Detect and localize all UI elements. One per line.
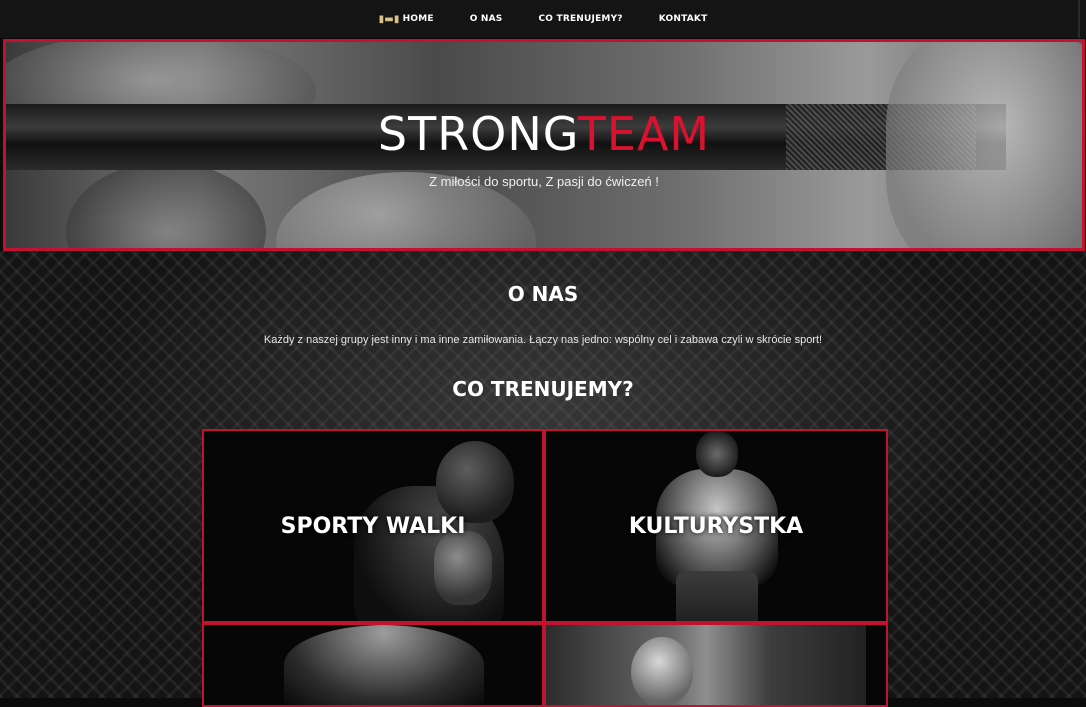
nav-contact-label: KONTAKT [658,14,708,24]
tile-fourth[interactable] [544,623,888,707]
nav-home[interactable]: ▮▬▮ HOME [379,14,434,25]
tile-label: KULTURYSTKA [628,513,804,539]
hero-title-strong: STRONG [377,107,578,161]
nav-training[interactable]: CO TRENUJEMY? [538,14,622,24]
nav-contact[interactable]: KONTAKT [659,14,708,24]
athlete-image [284,625,484,705]
hero-content: STRONGTEAM Z miłości do sportu, Z pasji … [6,104,1082,189]
nav-about[interactable]: O NAS [470,14,503,24]
tile-third[interactable] [202,623,544,707]
about-text: Każdy z naszej grupy jest inny i ma inne… [263,334,823,346]
hero-title: STRONGTEAM [6,104,1082,164]
nav-training-label: CO TRENUJEMY? [538,14,623,24]
hero-subtitle: Z miłości do sportu, Z pasji do ćwiczeń … [429,174,659,189]
training-title: CO TRENUJEMY? [452,377,634,401]
top-navbar: ▮▬▮ HOME O NAS CO TRENUJEMY? KONTAKT [0,0,1086,38]
athlete-background-image [546,625,866,705]
tile-label: SPORTY WALKI [280,513,466,539]
scrollbar-edge [1078,0,1080,38]
tile-bodybuilding[interactable]: KULTURYSTKA [544,429,888,623]
dumbbell-icon: ▮▬▮ [378,13,400,25]
training-grid: SPORTY WALKI KULTURYSTKA [202,429,888,707]
main-section: O NAS Każdy z naszej grupy jest inny i m… [0,251,1086,707]
tile-combat-sports[interactable]: SPORTY WALKI [202,429,544,623]
hero-banner: STRONGTEAM Z miłości do sportu, Z pasji … [3,39,1085,251]
hero-title-team: TEAM [577,107,711,161]
about-title: O NAS [507,282,579,306]
nav-home-label: HOME [402,14,434,24]
nav-about-label: O NAS [469,14,503,24]
athlete-head-image [631,637,693,705]
